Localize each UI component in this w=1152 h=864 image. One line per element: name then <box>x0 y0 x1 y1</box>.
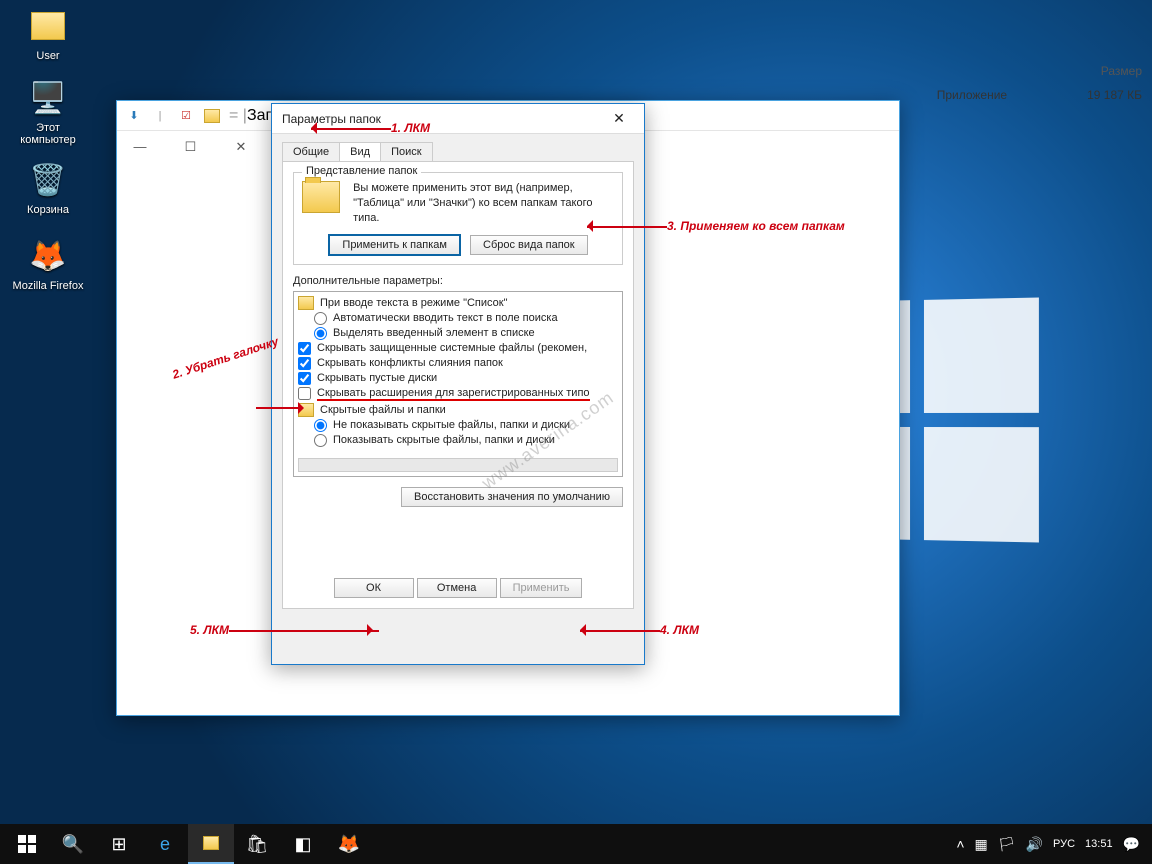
label: Этот компьютер <box>20 122 75 146</box>
label: Корзина <box>27 204 69 216</box>
tree-item: Скрывать защищенные системные файлы (рек… <box>317 342 587 354</box>
group-legend: Представление папок <box>302 165 421 177</box>
tray-clock[interactable]: 13:51 <box>1085 838 1113 850</box>
file-size: 19 187 КБ <box>1087 88 1142 102</box>
radio-show-hidden[interactable] <box>314 434 327 447</box>
desktop-icon-user[interactable]: User <box>10 6 86 62</box>
file-type: Приложение <box>937 88 1007 102</box>
horizontal-scrollbar[interactable] <box>298 458 618 472</box>
label: Mozilla Firefox <box>13 280 84 292</box>
tree-item: Автоматически вводить текст в поле поиск… <box>333 312 558 324</box>
group-text: Вы можете применить этот вид (например, … <box>353 181 593 226</box>
apply-to-folders-button[interactable]: Применить к папкам <box>328 234 461 256</box>
check-hide-merge[interactable] <box>298 357 311 370</box>
explorer-taskbar-icon[interactable] <box>188 824 234 864</box>
dialog-titlebar[interactable]: Параметры папок ✕ <box>272 104 644 134</box>
tree-item-hide-extensions: Скрывать расширения для зарегистрированн… <box>317 387 590 401</box>
dialog-tabs: Общие Вид Поиск <box>282 142 634 161</box>
column-size[interactable]: Размер <box>1101 64 1142 78</box>
tree-item: Не показывать скрытые файлы, папки и дис… <box>333 419 570 431</box>
tree-item: Показывать скрытые файлы, папки и диски <box>333 434 555 446</box>
tab-search[interactable]: Поиск <box>380 142 432 161</box>
radio-auto-search[interactable] <box>314 312 327 325</box>
system-tray: ˄ ▦ 🏳 🔊 РУС 13:51 💬 <box>956 836 1148 853</box>
taskbar: 🔍 ⊞ e 🛍 ◧ 🦊 ˄ ▦ 🏳 🔊 РУС 13:51 💬 <box>0 824 1152 864</box>
tray-language[interactable]: РУС <box>1053 838 1075 850</box>
firefox-icon: 🦊 <box>28 236 68 276</box>
tree-group-label: Скрытые файлы и папки <box>320 404 446 416</box>
folder-views-group: Представление папок Вы можете применить … <box>293 172 623 265</box>
edge-icon[interactable]: e <box>142 824 188 864</box>
tab-general[interactable]: Общие <box>282 142 340 161</box>
label: User <box>36 50 59 62</box>
advanced-settings-label: Дополнительные параметры: <box>293 275 623 287</box>
folder-icon <box>298 296 314 310</box>
desktop-icon-firefox[interactable]: 🦊 Mozilla Firefox <box>10 236 86 292</box>
reset-folders-button[interactable]: Сброс вида папок <box>470 235 588 255</box>
tray-notifications-icon[interactable]: 💬 <box>1123 836 1140 853</box>
restore-defaults-button[interactable]: Восстановить значения по умолчанию <box>401 487 623 507</box>
unknown-app-icon[interactable]: ◧ <box>280 824 326 864</box>
tray-network-icon[interactable]: 🏳 <box>998 836 1016 853</box>
folder-icon <box>302 181 340 213</box>
tray-vm-icon[interactable]: ▦ <box>975 836 988 853</box>
downloads-icon: ⬇ <box>123 105 145 127</box>
radio-dont-show-hidden[interactable] <box>314 419 327 432</box>
dialog-footer: ОК Отмена Применить <box>283 578 633 598</box>
advanced-settings-tree[interactable]: При вводе текста в режиме "Список" Автом… <box>293 291 623 477</box>
folder-options-dialog: Параметры папок ✕ Общие Вид Поиск Предст… <box>271 103 645 665</box>
tray-chevron-icon[interactable]: ˄ <box>956 836 964 852</box>
store-icon[interactable]: 🛍 <box>234 824 280 864</box>
tree-item: Скрывать конфликты слияния папок <box>317 357 503 369</box>
radio-select-typed[interactable] <box>314 327 327 340</box>
check-hide-protected[interactable] <box>298 342 311 355</box>
check-hide-extensions[interactable] <box>298 387 311 400</box>
cancel-button[interactable]: Отмена <box>417 578 497 598</box>
folder-icon <box>28 6 68 46</box>
tab-view[interactable]: Вид <box>339 142 381 161</box>
task-view-icon[interactable]: ⊞ <box>96 824 142 864</box>
folder-icon <box>298 403 314 417</box>
recycle-icon: 🗑️ <box>28 160 68 200</box>
tree-group-label: При вводе текста в режиме "Список" <box>320 297 507 309</box>
close-icon[interactable]: ✕ <box>604 110 634 127</box>
check-hide-empty-drives[interactable] <box>298 372 311 385</box>
minimize-button[interactable]: — <box>117 131 163 161</box>
tree-item: Скрывать пустые диски <box>317 372 437 384</box>
tray-volume-icon[interactable]: 🔊 <box>1026 836 1043 853</box>
apply-button[interactable]: Применить <box>500 578 583 598</box>
desktop-icon-this-pc[interactable]: 🖥️ Этот компьютер <box>10 78 86 146</box>
search-icon[interactable]: 🔍 <box>50 824 96 864</box>
start-button[interactable] <box>4 824 50 864</box>
desktop-icon-recycle[interactable]: 🗑️ Корзина <box>10 160 86 216</box>
pc-icon: 🖥️ <box>28 78 68 118</box>
dialog-title: Параметры папок <box>282 112 381 126</box>
tree-item: Выделять введенный элемент в списке <box>333 327 535 339</box>
firefox-taskbar-icon[interactable]: 🦊 <box>326 824 372 864</box>
ok-button[interactable]: ОК <box>334 578 414 598</box>
dialog-body: Представление папок Вы можете применить … <box>282 161 634 609</box>
